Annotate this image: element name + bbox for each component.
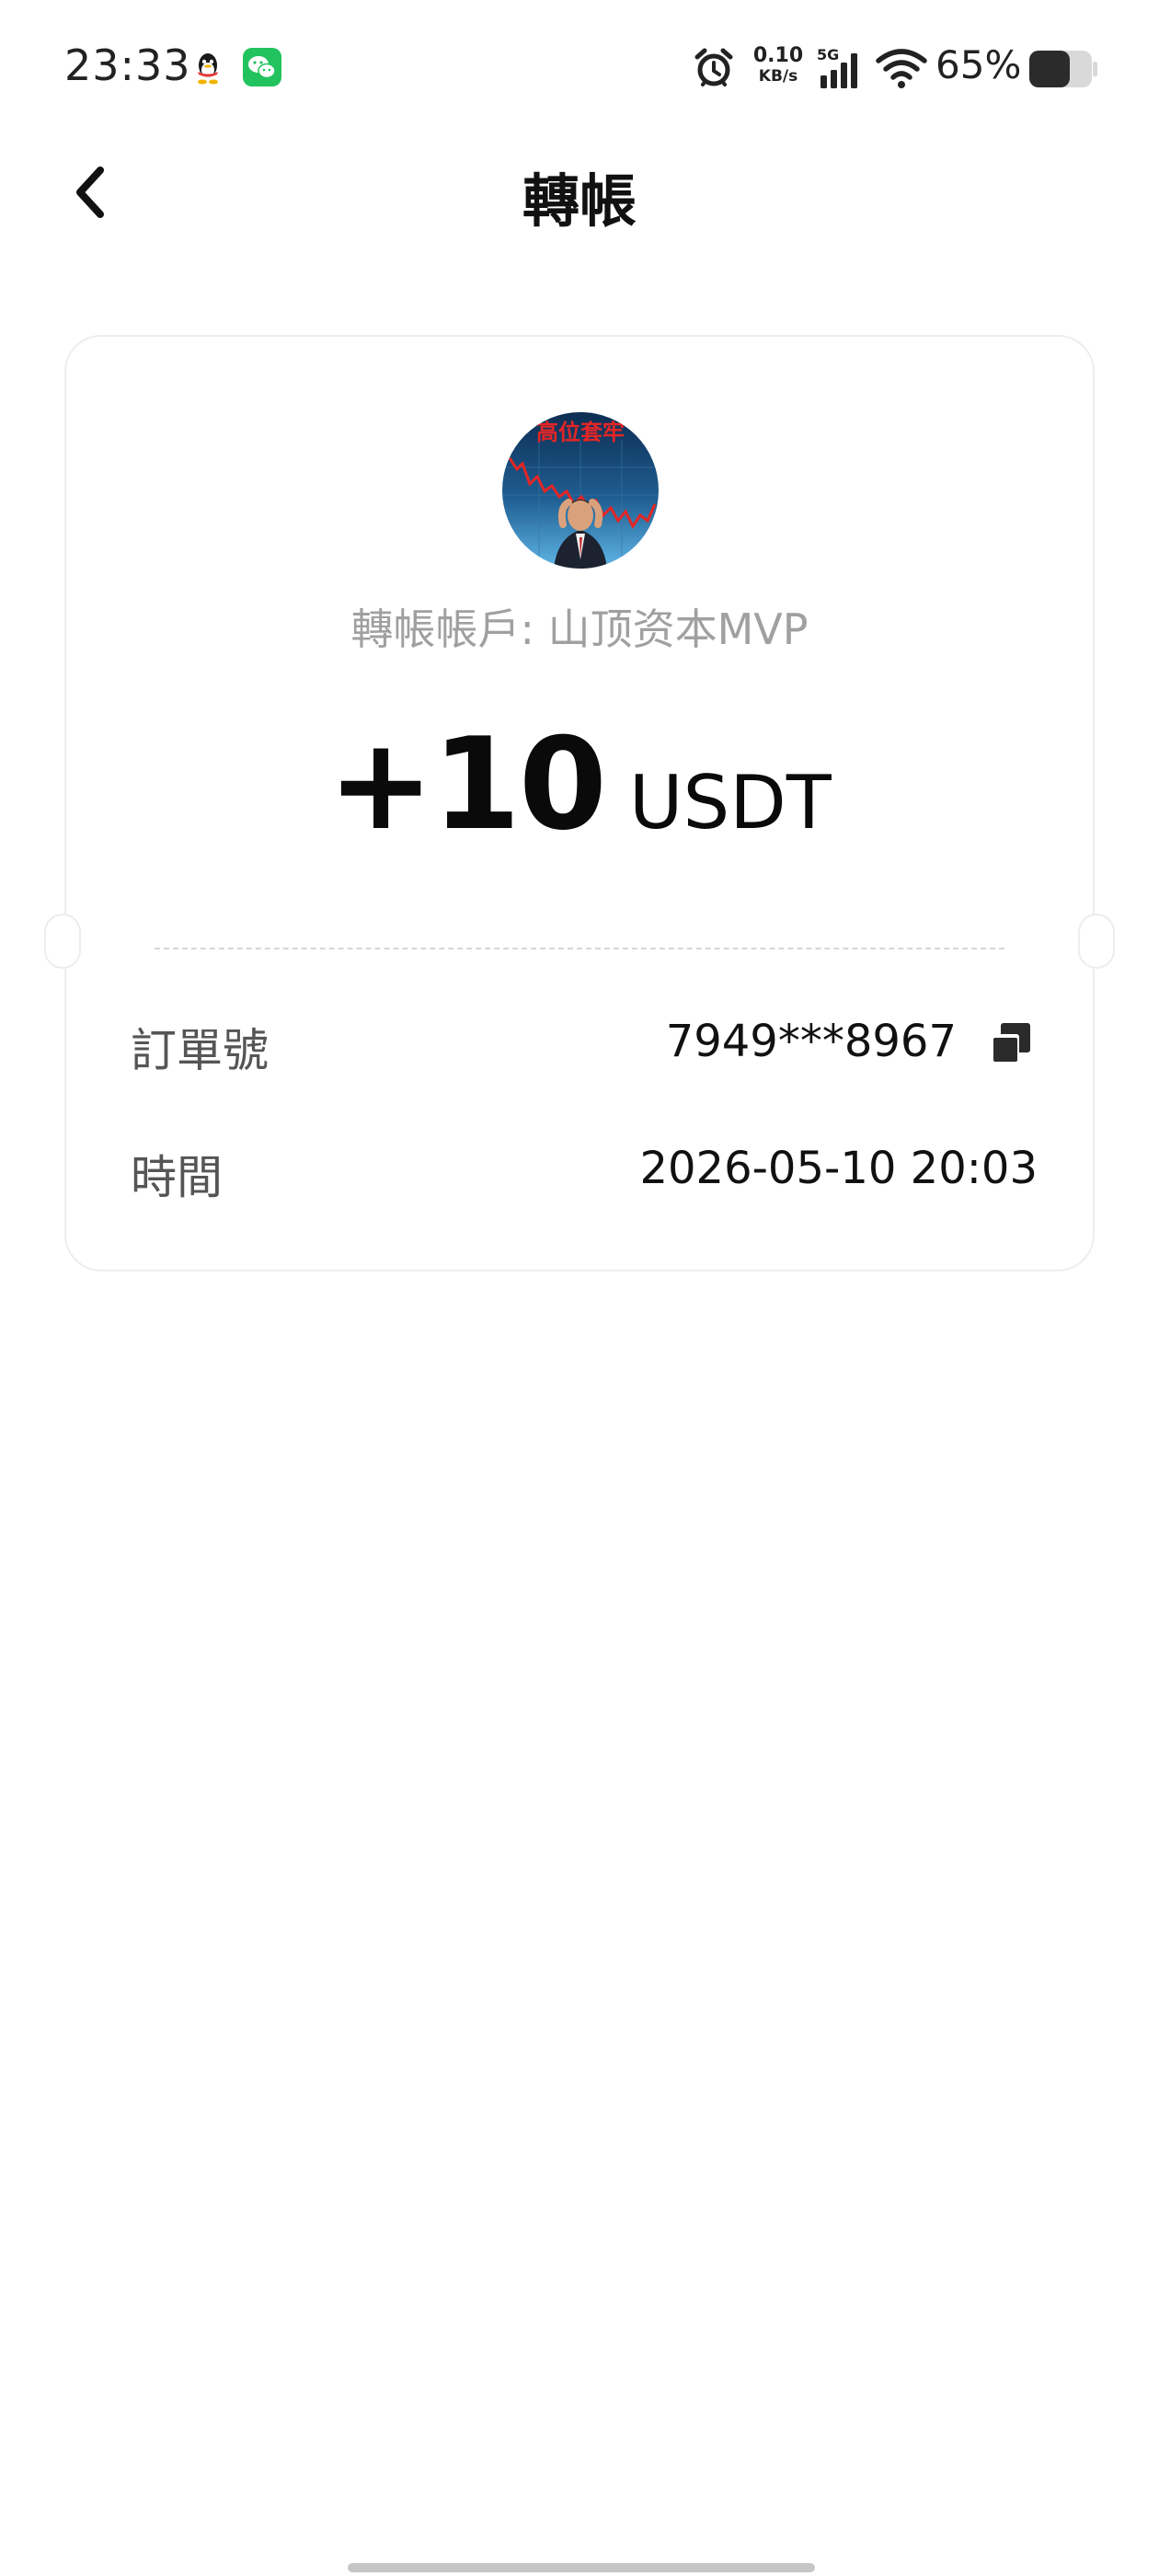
copy-icon[interactable] <box>988 1021 1032 1065</box>
network-speed-unit: KB/s <box>758 67 798 86</box>
amount-value: +10 <box>327 710 607 858</box>
page-title: 轉帳 <box>522 167 637 235</box>
time-label: 時間 <box>131 1151 223 1204</box>
alarm-icon <box>694 48 733 86</box>
transfer-account: 轉帳帳戶: 山顶资本MVP <box>0 596 1159 657</box>
network-speed: 0.10 KB/s <box>752 46 804 86</box>
battery-icon <box>1029 51 1097 87</box>
wifi-icon <box>876 49 927 88</box>
avatar-image: 高位套牢 <box>502 412 659 569</box>
signal-icon: 5G <box>817 46 857 88</box>
transfer-account-name: 山顶资本MVP <box>547 604 809 654</box>
avatar: 高位套牢 <box>502 412 659 569</box>
ticket-notch-left <box>44 914 81 969</box>
network-speed-value: 0.10 <box>752 44 804 67</box>
wechat-icon <box>243 48 281 86</box>
status-time: 23:33 <box>64 40 191 90</box>
home-indicator[interactable] <box>348 2563 815 2572</box>
order-number-label: 訂單號 <box>131 1024 269 1077</box>
qq-icon <box>198 53 218 85</box>
network-type: 5G <box>817 46 839 63</box>
ticket-notch-right <box>1078 914 1115 969</box>
avatar-text: 高位套牢 <box>536 420 625 445</box>
battery-percent: 65% <box>935 42 1022 87</box>
amount-currency: USDT <box>628 760 832 845</box>
ticket-divider <box>155 948 1004 949</box>
order-number-value: 7949***8967 <box>665 1016 957 1067</box>
transfer-account-label: 轉帳帳戶: <box>350 604 534 654</box>
status-bar: 23:33 0.10 KB/s 5G 65% <box>0 0 1159 138</box>
time-value: 2026-05-10 20:03 <box>639 1143 1038 1194</box>
transfer-amount: +10 USDT <box>0 710 1159 858</box>
